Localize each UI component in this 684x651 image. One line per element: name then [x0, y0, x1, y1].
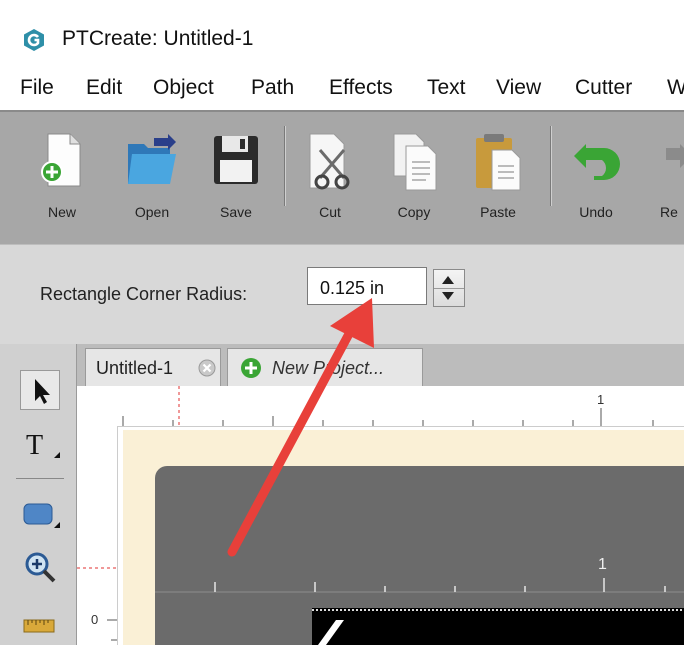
save-disk-icon	[214, 136, 258, 184]
cut-label: Cut	[319, 204, 341, 220]
title-bar: PTCreate: Untitled-1	[0, 0, 684, 62]
corner-radius-label: Rectangle Corner Radius:	[40, 284, 248, 304]
svg-text:T: T	[26, 430, 43, 461]
tab-label: New Project...	[272, 358, 385, 378]
menu-window[interactable]: W	[667, 76, 684, 100]
open-folder-icon	[128, 134, 176, 184]
tool-panel: T	[0, 344, 77, 645]
window-title: PTCreate: Untitled-1	[62, 27, 254, 50]
select-tool[interactable]	[20, 370, 60, 410]
undo-label: Undo	[579, 204, 613, 220]
rectangle-shape-icon	[23, 503, 60, 528]
tab-untitled[interactable]: Untitled-1	[85, 348, 221, 386]
text-t-icon: T	[26, 430, 60, 461]
menu-cutter[interactable]: Cutter	[575, 76, 632, 100]
triangle-up-icon	[442, 276, 454, 284]
copy-icon	[393, 133, 437, 191]
main-toolbar: New Open Save Cut Copy Paste Undo Re	[0, 110, 684, 246]
corner-marker-icon	[318, 620, 344, 645]
left-ruler: 0	[77, 426, 118, 645]
app-logo-icon	[24, 29, 44, 51]
new-document-icon	[41, 133, 81, 187]
copy-label: Copy	[397, 204, 431, 220]
redo-arrow-icon	[666, 144, 684, 168]
zoom-magnifier-icon	[25, 552, 56, 583]
save-button[interactable]: Save	[204, 112, 264, 242]
menu-text[interactable]: Text	[427, 76, 466, 100]
ruler-tool[interactable]	[20, 606, 60, 646]
options-bar: Rectangle Corner Radius: 0.125 in	[0, 244, 684, 346]
top-ruler-label: 1	[597, 392, 605, 407]
left-ruler-label: 0	[91, 612, 99, 627]
triangle-down-icon	[442, 292, 454, 300]
tab-label: Untitled-1	[96, 358, 174, 378]
document-tab-strip: Untitled-1 New Project...	[77, 344, 684, 386]
paste-clipboard-icon	[476, 134, 521, 191]
save-label: Save	[220, 204, 252, 220]
open-button[interactable]: Open	[118, 112, 178, 242]
text-tool[interactable]: T	[20, 424, 60, 464]
menu-bar: File Edit Object Path Effects Text View …	[0, 62, 684, 110]
open-label: Open	[134, 204, 170, 220]
menu-view[interactable]: View	[496, 76, 541, 100]
menu-path[interactable]: Path	[251, 76, 294, 100]
mat-ruler-label: 1	[598, 556, 607, 573]
shape-tool[interactable]	[20, 494, 60, 534]
paste-button[interactable]: Paste	[466, 112, 526, 242]
cut-button[interactable]: Cut	[300, 112, 360, 242]
new-label: New	[47, 204, 76, 220]
top-ruler-ticks	[122, 386, 654, 426]
toolbar-separator	[550, 126, 552, 206]
menu-effects[interactable]: Effects	[329, 76, 393, 100]
add-plus-icon	[241, 358, 261, 378]
corner-radius-input[interactable]: 0.125 in	[307, 267, 427, 305]
top-ruler: 1	[77, 386, 684, 427]
mat-grip-edge	[312, 608, 684, 645]
cut-scissors-icon	[309, 133, 350, 190]
zoom-tool[interactable]	[20, 548, 60, 588]
stepper-up-button[interactable]	[434, 270, 464, 289]
close-icon[interactable]	[198, 359, 216, 377]
ruler-icon	[23, 619, 55, 633]
mat-ruler	[155, 578, 684, 593]
paste-label: Paste	[480, 204, 516, 220]
stepper-down-button[interactable]	[434, 288, 464, 306]
tab-new-project[interactable]: New Project...	[227, 348, 423, 386]
corner-radius-stepper[interactable]	[433, 269, 465, 307]
undo-button[interactable]: Undo	[566, 112, 626, 242]
redo-label: Re	[660, 204, 678, 220]
copy-button[interactable]: Copy	[384, 112, 444, 242]
mat-edge-ticks	[312, 609, 684, 611]
undo-arrow-icon	[574, 144, 620, 180]
arrow-pointer-icon	[35, 379, 50, 404]
menu-edit[interactable]: Edit	[86, 76, 122, 100]
redo-button[interactable]: Re	[650, 112, 684, 242]
tool-separator	[16, 478, 64, 479]
new-button[interactable]: New	[30, 112, 90, 242]
menu-file[interactable]: File	[20, 76, 54, 100]
toolbar-separator	[284, 126, 286, 206]
menu-object[interactable]: Object	[153, 76, 214, 100]
